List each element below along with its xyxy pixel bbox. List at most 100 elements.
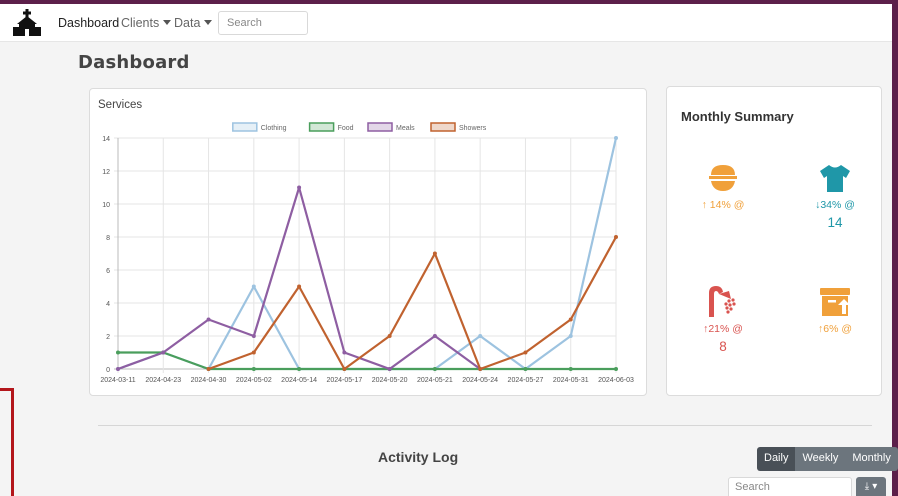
tab-weekly[interactable]: Weekly	[795, 447, 846, 471]
data-point-clothing	[251, 284, 256, 289]
y-tick-label: 2	[106, 334, 110, 341]
summary-food-pct-text: 14% @	[709, 199, 745, 211]
summary-clothing-value: 14	[827, 215, 843, 230]
arrow-up-icon: ↑	[701, 199, 707, 211]
activity-period-toggle: Daily Weekly Monthly	[757, 447, 898, 471]
legend-swatch-food	[308, 122, 335, 132]
nav-search-input[interactable]: Search	[218, 11, 308, 35]
data-point-showers	[432, 251, 437, 256]
nav-data-label: Data	[174, 16, 201, 30]
data-point-food	[251, 367, 256, 371]
activity-search-input[interactable]: Search	[728, 477, 852, 496]
x-tick-label: 2024-05-24	[462, 377, 498, 384]
y-tick-label: 12	[102, 169, 110, 176]
summary-food-pct: ↑ 14% @	[683, 199, 763, 211]
y-tick-label: 4	[106, 301, 110, 308]
activity-log-title: Activity Log	[378, 449, 459, 465]
summary-clothing-pct: ↓34% @	[795, 199, 875, 211]
x-tick-label: 2024-05-20	[372, 377, 408, 384]
nav-search-placeholder: Search	[227, 17, 262, 29]
nav-clients-dropdown[interactable]: Clients	[121, 16, 172, 30]
summary-item-showers: ↑21% @ 8	[683, 283, 763, 354]
download-icon: ⤓ ▾	[864, 481, 878, 492]
data-point-meals	[342, 350, 347, 355]
summary-other-pct-text: 6% @	[823, 323, 852, 335]
data-point-meals	[297, 185, 302, 190]
data-point-clothing	[568, 334, 573, 338]
selection-outline	[0, 388, 14, 496]
data-point-food	[523, 367, 528, 371]
x-tick-label: 2024-05-17	[326, 377, 362, 384]
food-bowl-icon	[709, 165, 737, 191]
summary-other-pct: ↑6% @	[795, 323, 875, 335]
data-point-showers	[523, 350, 528, 355]
legend-swatch-showers	[430, 122, 456, 132]
legend-label-food: Food	[338, 125, 354, 132]
section-divider	[98, 425, 872, 426]
legend-swatch-clothing	[232, 122, 258, 132]
data-point-food	[116, 350, 120, 355]
data-point-showers	[478, 367, 483, 371]
window-frame-right	[892, 0, 898, 496]
y-tick-label: 14	[102, 136, 110, 143]
x-tick-label: 2024-04-30	[191, 377, 227, 384]
data-point-showers	[342, 367, 347, 371]
nav-dashboard-link[interactable]: Dashboard	[58, 16, 119, 30]
data-point-meals	[161, 350, 166, 355]
y-tick-label: 10	[102, 202, 110, 209]
data-point-meals	[387, 367, 392, 371]
data-point-clothing	[478, 334, 483, 338]
church-logo-icon[interactable]	[12, 8, 42, 38]
x-tick-label: 2024-04-23	[145, 377, 181, 384]
y-tick-label: 0	[106, 367, 110, 374]
data-point-meals	[432, 334, 437, 338]
tshirt-icon	[820, 165, 850, 192]
data-point-food	[568, 367, 573, 371]
data-point-showers	[206, 367, 211, 371]
data-point-food	[614, 367, 618, 371]
tab-monthly[interactable]: Monthly	[845, 447, 898, 471]
summary-item-food: ↑ 14% @	[683, 161, 763, 211]
summary-clothing-pct-text: 34% @	[820, 199, 855, 211]
activity-search-placeholder: Search	[735, 481, 770, 493]
nav-clients-label: Clients	[121, 16, 160, 30]
monthly-summary-title: Monthly Summary	[681, 109, 794, 124]
summary-showers-pct-text: 21% @	[708, 323, 743, 335]
data-point-meals	[206, 317, 211, 322]
legend-label-clothing: Clothing	[261, 125, 287, 132]
page-title: Dashboard	[78, 52, 190, 73]
data-point-meals	[116, 367, 120, 371]
legend-label-meals: Meals	[396, 125, 415, 132]
download-button[interactable]: ⤓ ▾	[856, 477, 886, 496]
legend-swatch-meals	[367, 122, 393, 132]
data-point-meals	[251, 334, 256, 338]
shower-icon	[709, 286, 736, 317]
legend-label-showers: Showers	[459, 125, 487, 132]
data-point-showers	[614, 235, 618, 239]
summary-showers-pct: ↑21% @	[683, 323, 763, 335]
x-tick-label: 2024-05-31	[553, 377, 589, 384]
data-point-food	[432, 367, 437, 371]
top-navbar: Dashboard Clients Data Search	[0, 4, 892, 42]
summary-item-other: ↑6% @	[795, 283, 875, 335]
chevron-down-icon	[204, 20, 213, 25]
data-point-showers	[297, 284, 302, 289]
x-tick-label: 2024-03-11	[100, 377, 135, 384]
data-point-food	[297, 367, 302, 371]
data-point-showers	[568, 317, 573, 322]
tab-daily[interactable]: Daily	[757, 447, 796, 471]
summary-showers-value: 8	[719, 339, 727, 354]
nav-data-dropdown[interactable]: Data	[174, 16, 213, 30]
x-tick-label: 2024-06-03	[598, 377, 634, 384]
data-point-showers	[387, 334, 392, 338]
y-tick-label: 6	[106, 268, 110, 275]
data-point-clothing	[614, 136, 618, 140]
summary-item-clothing: ↓34% @ 14	[795, 161, 875, 230]
x-tick-label: 2024-05-27	[508, 377, 544, 384]
x-tick-label: 2024-05-21	[417, 377, 453, 384]
services-line-chart: 0 2 4 6 8 10 12 14 2024-03-11 2024-04-23 2024-04-3…	[100, 122, 634, 384]
series-line-clothing	[117, 137, 618, 371]
data-point-showers	[251, 350, 256, 355]
chevron-down-icon	[163, 20, 172, 25]
x-tick-label: 2024-05-14	[281, 377, 317, 384]
